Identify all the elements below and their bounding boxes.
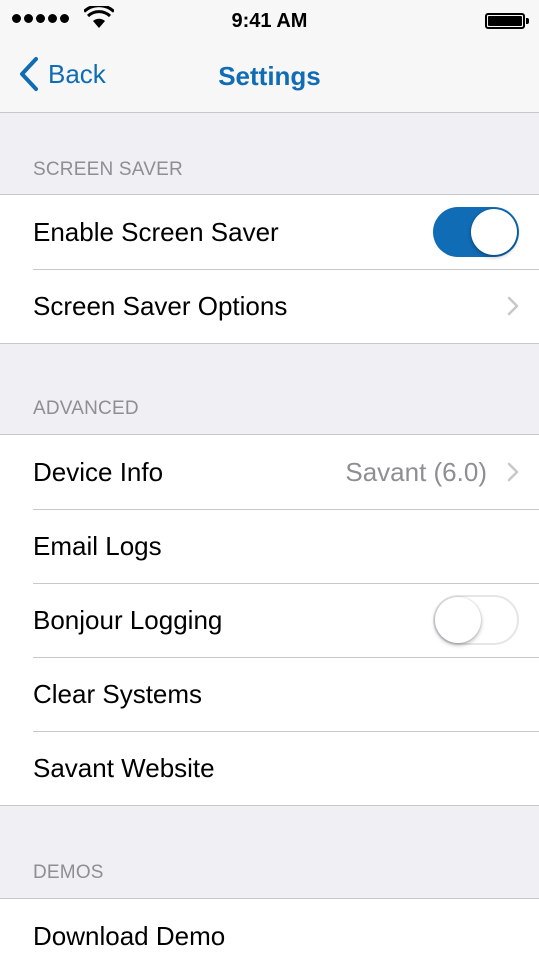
device-info-value: Savant (6.0) — [345, 456, 487, 487]
section-header-advanced: ADVANCED — [33, 398, 139, 419]
row-bonjour-logging: Bonjour Logging — [0, 583, 539, 657]
row-label: Bonjour Logging — [33, 604, 223, 635]
status-bar: 9:41 AM — [0, 0, 539, 40]
row-label: Email Logs — [33, 530, 162, 561]
row-label: Clear Systems — [33, 678, 203, 709]
demos-group: Download Demo — [0, 898, 539, 957]
navigation-bar: Back Settings — [0, 40, 539, 113]
row-clear-systems[interactable]: Clear Systems — [0, 657, 539, 731]
row-device-info[interactable]: Device Info Savant (6.0) — [0, 435, 539, 509]
chevron-right-icon — [507, 296, 519, 316]
row-enable-screen-saver: Enable Screen Saver — [0, 195, 539, 269]
enable-screen-saver-toggle[interactable] — [433, 207, 519, 257]
status-time: 9:41 AM — [231, 10, 308, 32]
screen-saver-group: Enable Screen Saver Screen Saver Options — [0, 194, 539, 344]
row-label: Savant Website — [33, 752, 215, 783]
battery-icon — [485, 13, 529, 29]
row-label: Download Demo — [33, 920, 226, 951]
row-savant-website[interactable]: Savant Website — [0, 731, 539, 805]
bonjour-logging-toggle[interactable] — [433, 595, 519, 645]
top-bar: 9:41 AM Back Settings — [0, 0, 539, 113]
row-screen-saver-options[interactable]: Screen Saver Options — [0, 269, 539, 343]
row-label: Enable Screen Saver — [33, 216, 279, 247]
page-title: Settings — [218, 61, 321, 91]
row-label: Device Info — [33, 456, 164, 487]
chevron-right-icon — [507, 462, 519, 482]
section-header-demos: DEMOS — [33, 862, 104, 883]
row-email-logs[interactable]: Email Logs — [0, 509, 539, 583]
row-download-demo[interactable]: Download Demo — [0, 899, 539, 957]
advanced-group: Device Info Savant (6.0) Email Logs Bonj… — [0, 434, 539, 806]
row-label: Screen Saver Options — [33, 290, 288, 321]
section-header-screen-saver: SCREEN SAVER — [33, 159, 183, 180]
settings-screen: 9:41 AM Back Settings SCREEN SAVER Enabl… — [0, 0, 539, 957]
